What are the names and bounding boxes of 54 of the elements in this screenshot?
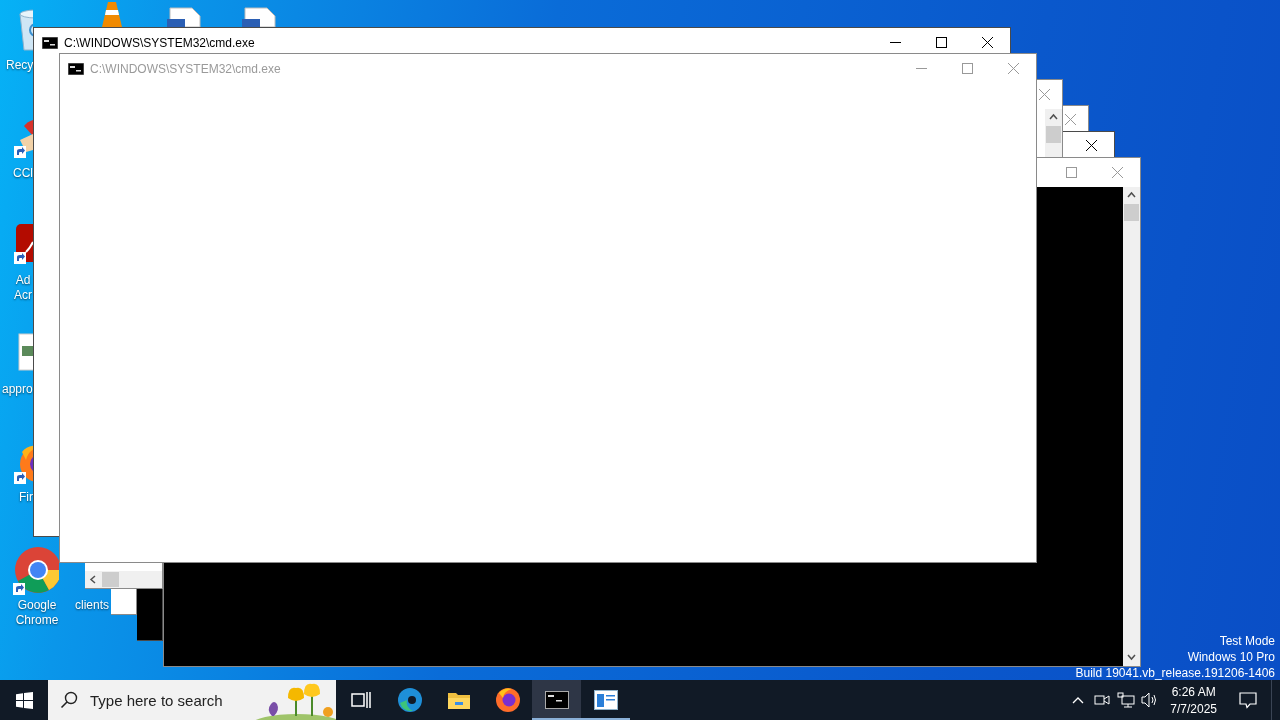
- image-file-icon[interactable]: [18, 332, 33, 372]
- clock-date: 7/7/2025: [1170, 701, 1217, 716]
- folder-icon: [446, 690, 471, 710]
- windows-logo-icon: [15, 691, 33, 709]
- icon-label: Ad Acr: [13, 273, 33, 303]
- console-icon: [68, 62, 84, 75]
- document-icon[interactable]: [164, 6, 204, 27]
- scrollbar-thumb[interactable]: [1124, 204, 1139, 221]
- search-input[interactable]: Type here to search: [90, 691, 240, 709]
- speech-bubble-icon: [1239, 691, 1257, 709]
- network-icon: [1117, 692, 1136, 708]
- console-icon: [42, 36, 58, 49]
- camera-icon: [1094, 693, 1111, 707]
- horizontal-scrollbar[interactable]: [85, 571, 162, 588]
- scrollbar-thumb[interactable]: [102, 572, 119, 587]
- search-box[interactable]: Type here to search: [48, 680, 336, 720]
- icon-label: clients: [75, 598, 110, 613]
- acrobat-icon[interactable]: [14, 222, 33, 266]
- chevron-up-icon: [1072, 696, 1085, 704]
- icon-label: Fir: [19, 490, 33, 505]
- app-window-icon: [593, 690, 618, 710]
- watermark-text: Build 19041.vb_release.191206-1406: [1075, 667, 1275, 680]
- taskbar-app-button[interactable]: [532, 680, 581, 720]
- watermark-text: Test Mode: [1219, 635, 1275, 648]
- maximize-icon: [961, 63, 973, 74]
- document-icon[interactable]: [239, 6, 279, 27]
- close-icon: [1085, 139, 1097, 151]
- close-icon: [1007, 63, 1019, 74]
- edge-icon: [396, 687, 423, 713]
- icon-label: Google Chrome: [14, 598, 60, 628]
- chrome-icon[interactable]: [13, 546, 59, 596]
- search-icon: [60, 691, 78, 709]
- icon-label: CCl: [13, 166, 33, 181]
- vertical-scrollbar[interactable]: [1045, 109, 1062, 157]
- close-icon: [1111, 167, 1123, 178]
- minimize-icon: [889, 42, 901, 43]
- icon-label: appro: [2, 382, 33, 397]
- console-icon: [544, 691, 569, 709]
- maximize-icon: [1065, 167, 1077, 178]
- window-title: C:\WINDOWS\SYSTEM32\cmd.exe: [90, 61, 281, 76]
- close-icon: [1039, 89, 1050, 100]
- watermark-text: Windows 10 Pro: [1187, 651, 1275, 664]
- task-view-icon: [350, 691, 371, 709]
- clock-time: 6:26 AM: [1171, 684, 1216, 699]
- minimize-icon: [915, 68, 927, 69]
- close-icon: [1065, 113, 1076, 125]
- firefox-icon: [494, 687, 521, 713]
- scrollbar-thumb[interactable]: [1046, 126, 1061, 143]
- close-icon: [981, 37, 993, 48]
- icon-label: Recy: [6, 58, 33, 73]
- vertical-scrollbar[interactable]: [1123, 187, 1140, 666]
- window-title: C:\WINDOWS\SYSTEM32\cmd.exe: [64, 35, 255, 50]
- maximize-icon: [935, 37, 947, 48]
- clock[interactable]: 6:26 AM 7/7/2025: [1162, 680, 1225, 720]
